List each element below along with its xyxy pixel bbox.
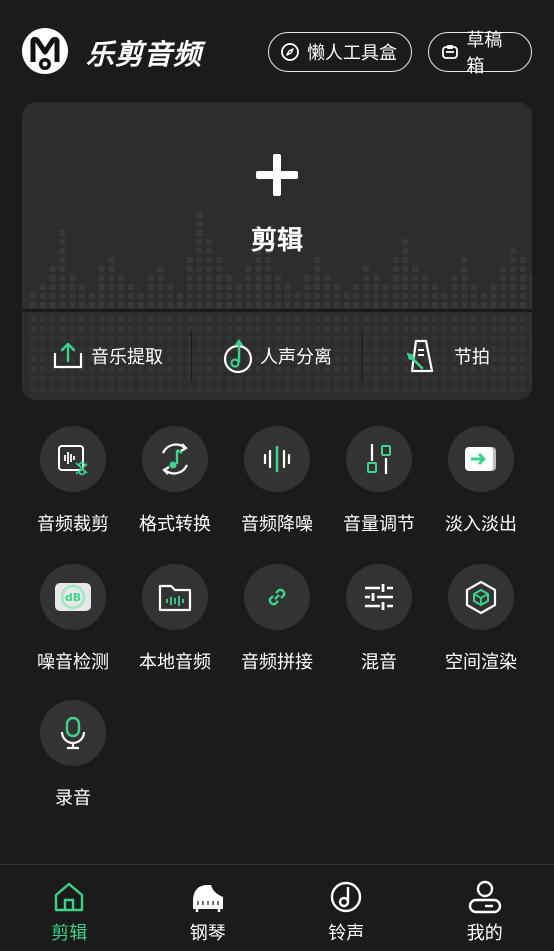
tool-label: 录音 [55, 788, 91, 809]
tool-local-audio[interactable]: 本地音频 [124, 564, 226, 674]
card-actions: 音乐提取 人声分离 节拍 [22, 312, 532, 400]
plus-icon [256, 154, 298, 196]
tool-noise-detect[interactable]: dB 噪音检测 [22, 564, 124, 674]
tool-label: 淡入淡出 [445, 514, 517, 535]
app-logo [22, 28, 68, 74]
tool-mix[interactable]: 混音 [328, 564, 430, 674]
tool-label: 格式转换 [139, 514, 211, 535]
piano-icon [189, 879, 227, 915]
vocal-separate-label: 人声分离 [260, 347, 332, 368]
drafts-box-icon [439, 41, 460, 63]
vocal-separate-icon [222, 338, 254, 374]
tab-edit[interactable]: 剪辑 [0, 865, 139, 951]
noise-reduction-icon [244, 426, 310, 492]
lazy-toolbox-button[interactable]: 懒人工具盒 [268, 32, 412, 72]
tool-label: 空间渲染 [445, 652, 517, 673]
music-extract-label: 音乐提取 [91, 347, 163, 368]
link-icon [244, 564, 310, 630]
volume-adjust-icon [346, 426, 412, 492]
header: 乐剪音频 懒人工具盒 草稿箱 [0, 0, 554, 100]
svg-text:dB: dB [65, 591, 81, 604]
tab-profile[interactable]: 我的 [416, 865, 554, 951]
home-icon [52, 879, 86, 915]
folder-icon [142, 564, 208, 630]
tool-audio-join[interactable]: 音频拼接 [226, 564, 328, 674]
tool-label: 音频拼接 [241, 652, 313, 673]
metronome-icon [404, 338, 436, 374]
tool-label: 本地音频 [139, 652, 211, 673]
tool-noise-reduction[interactable]: 音频降噪 [226, 426, 328, 536]
bottom-tab-bar: 剪辑 钢琴 铃声 我的 [0, 864, 554, 951]
lazy-toolbox-label: 懒人工具盒 [307, 43, 397, 64]
tool-audio-cut[interactable]: 音频裁剪 [22, 426, 124, 536]
equalizer-background [30, 212, 532, 308]
drafts-button[interactable]: 草稿箱 [428, 30, 532, 77]
beat-label: 节拍 [454, 347, 490, 368]
tool-fade[interactable]: 淡入淡出 [430, 426, 532, 536]
tool-label: 混音 [361, 652, 397, 673]
fade-icon [448, 426, 514, 492]
tab-label: 我的 [466, 923, 503, 944]
tool-format-convert[interactable]: 格式转换 [124, 426, 226, 536]
format-convert-icon [142, 426, 208, 492]
profile-icon [467, 879, 503, 915]
tool-volume-adjust[interactable]: 音量调节 [328, 426, 430, 536]
mixer-icon [346, 564, 412, 630]
tool-label: 噪音检测 [37, 652, 109, 673]
drafts-label: 草稿箱 [466, 30, 503, 77]
tab-ringtone[interactable]: 铃声 [277, 865, 416, 951]
tool-label: 音量调节 [343, 514, 415, 535]
create-edit-label: 剪辑 [250, 226, 303, 256]
upload-icon [51, 341, 85, 371]
compass-icon [279, 41, 301, 63]
tool-record[interactable]: 录音 [22, 700, 124, 810]
tool-spatial-render[interactable]: 空间渲染 [430, 564, 532, 674]
tab-label: 铃声 [328, 923, 365, 944]
tool-label: 音频降噪 [241, 514, 313, 535]
db-meter-icon: dB [40, 564, 106, 630]
music-extract-button[interactable]: 音乐提取 [22, 312, 192, 400]
cube-icon [448, 564, 514, 630]
create-edit-card[interactable]: 剪辑 音乐提取 人声分离 节拍 [22, 102, 532, 400]
audio-cut-icon [40, 426, 106, 492]
tab-label: 钢琴 [189, 923, 226, 944]
tool-label: 音频裁剪 [37, 514, 109, 535]
beat-button[interactable]: 节拍 [362, 312, 532, 400]
tab-label: 剪辑 [51, 923, 88, 944]
ringtone-icon [329, 879, 363, 915]
vocal-separate-button[interactable]: 人声分离 [192, 312, 362, 400]
tab-piano[interactable]: 钢琴 [139, 865, 278, 951]
app-brand-title: 乐剪音频 [86, 38, 203, 71]
microphone-icon [40, 700, 106, 766]
